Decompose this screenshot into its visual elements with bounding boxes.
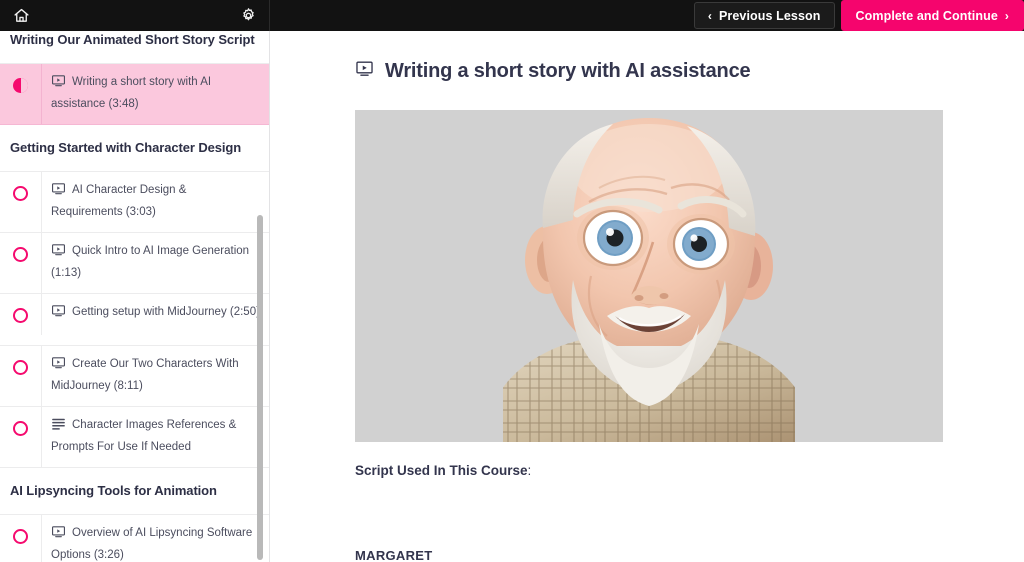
sidebar-lesson-item[interactable]: Create Our Two Characters With MidJourne… — [0, 346, 269, 407]
lesson-body: Overview of AI Lipsyncing Software Optio… — [41, 515, 269, 562]
lesson-body: Create Our Two Characters With MidJourne… — [41, 346, 269, 406]
sidebar-lesson-item[interactable]: Character Images References & Prompts Fo… — [0, 407, 269, 468]
sidebar-lesson-item[interactable]: Getting setup with MidJourney (2:50) — [0, 294, 269, 346]
lesson-status — [0, 294, 41, 323]
lesson-label: Create Our Two Characters With MidJourne… — [51, 358, 239, 392]
course-sidebar: Writing Our Animated Short Story Script W… — [0, 31, 270, 562]
lesson-label: Quick Intro to AI Image Generation (1:13… — [51, 245, 250, 279]
video-icon — [51, 73, 66, 95]
lesson-status-circle — [13, 529, 28, 544]
character-illustration — [503, 118, 795, 442]
chevron-left-icon: ‹ — [707, 8, 712, 23]
page-title-text: Writing a short story with AI assistance — [385, 60, 751, 82]
lesson-label: Getting setup with MidJourney (2:50) — [72, 306, 260, 318]
page-title: Writing a short story with AI assistance — [270, 31, 1024, 84]
sidebar-lesson-item[interactable]: Writing a short story with AI assistance… — [0, 64, 269, 125]
complete-and-continue-button[interactable]: Complete and Continue › — [840, 0, 1024, 31]
sidebar-lesson-item[interactable]: Quick Intro to AI Image Generation (1:13… — [0, 233, 269, 294]
video-icon — [355, 59, 374, 84]
lesson-label: Overview of AI Lipsyncing Software Optio… — [51, 527, 253, 561]
lesson-body: Writing a short story with AI assistance… — [41, 64, 269, 124]
home-icon[interactable] — [10, 5, 32, 27]
complete-and-continue-label: Complete and Continue — [855, 8, 998, 23]
script-used-heading-text: Script Used In This Course — [355, 463, 528, 478]
sidebar-section-title: AI Lipsyncing Tools for Animation — [0, 468, 269, 515]
lesson-status-circle — [13, 186, 28, 201]
text-icon — [51, 416, 66, 438]
lesson-body: Quick Intro to AI Image Generation (1:13… — [41, 233, 269, 293]
top-bar: ‹ Previous Lesson Complete and Continue … — [0, 0, 1024, 31]
previous-lesson-label: Previous Lesson — [718, 8, 821, 23]
lesson-body: Character Images References & Prompts Fo… — [41, 407, 269, 467]
lesson-progress-indicator — [13, 78, 28, 93]
lesson-status-circle — [13, 421, 28, 436]
video-icon — [51, 355, 66, 377]
video-icon — [51, 303, 66, 325]
chevron-right-icon: › — [1004, 8, 1009, 23]
top-bar-right-group: ‹ Previous Lesson Complete and Continue … — [270, 0, 1024, 31]
top-bar-left-group — [0, 0, 270, 31]
script-used-heading: Script Used In This Course: — [355, 463, 531, 478]
lesson-label: Character Images References & Prompts Fo… — [51, 419, 237, 453]
lesson-body: Getting setup with MidJourney (2:50) — [41, 294, 269, 335]
sidebar-lesson-item[interactable]: AI Character Design & Requirements (3:03… — [0, 172, 269, 233]
lesson-status-circle — [13, 308, 28, 323]
sidebar-scrollbar-thumb[interactable] — [257, 215, 263, 560]
lesson-label: Writing a short story with AI assistance… — [51, 76, 212, 110]
video-icon — [51, 524, 66, 546]
page-body: Writing Our Animated Short Story Script W… — [0, 31, 1024, 562]
script-used-heading-colon: : — [527, 463, 532, 478]
lesson-status — [0, 407, 41, 436]
script-character-name: MARGARET — [355, 548, 433, 562]
sidebar-lesson-item[interactable]: Overview of AI Lipsyncing Software Optio… — [0, 515, 269, 562]
lesson-main-content: Writing a short story with AI assistance — [270, 31, 1024, 562]
lesson-status — [0, 233, 41, 262]
video-icon — [51, 242, 66, 264]
lesson-video-player[interactable] — [355, 110, 943, 442]
sidebar-section-title: Getting Started with Character Design — [0, 125, 269, 172]
previous-lesson-button[interactable]: ‹ Previous Lesson — [693, 2, 835, 29]
lesson-label: AI Character Design & Requirements (3:03… — [51, 184, 187, 218]
lesson-status-circle — [13, 247, 28, 262]
lesson-status — [0, 64, 41, 93]
sidebar-content: Writing Our Animated Short Story Script W… — [0, 31, 269, 562]
gear-icon[interactable] — [237, 5, 259, 27]
lesson-body: AI Character Design & Requirements (3:03… — [41, 172, 269, 232]
lesson-status — [0, 172, 41, 201]
lesson-status — [0, 346, 41, 375]
lesson-status-circle — [13, 360, 28, 375]
video-icon — [51, 181, 66, 203]
sidebar-section-title: Writing Our Animated Short Story Script — [0, 31, 269, 64]
lesson-status — [0, 515, 41, 544]
